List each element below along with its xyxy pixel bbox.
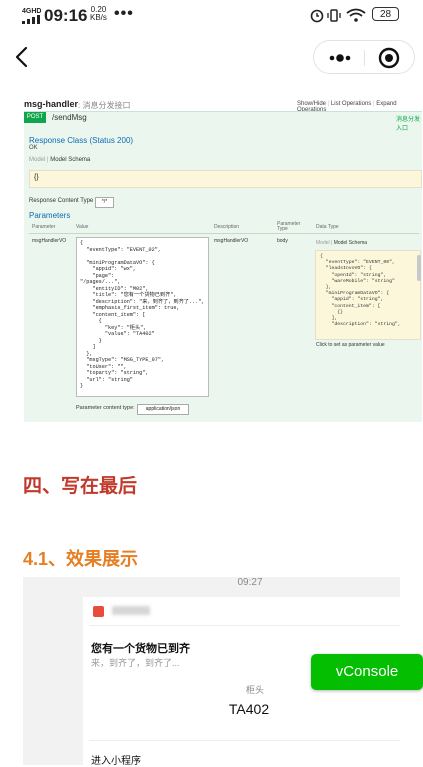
schema-box[interactable]: { "eventType": "EVENT_00", "leadsInvoVO"… bbox=[315, 250, 421, 340]
back-arrow-icon[interactable] bbox=[12, 44, 32, 70]
speed-unit: KB/s bbox=[90, 13, 107, 22]
model-tab[interactable]: Model bbox=[29, 157, 45, 163]
col-data-type: Data Type bbox=[316, 224, 339, 230]
method-badge: POST bbox=[24, 112, 46, 123]
param-content-type-label: Parameter content type: bbox=[76, 405, 135, 411]
col-parameter-type: Parameter Type bbox=[277, 221, 301, 232]
param-value-text: { "eventType": "EVENT_02", "miniProgramD… bbox=[80, 240, 205, 389]
subsection-heading: 4.1、效果展示 bbox=[23, 549, 139, 569]
preview-time: 09:27 bbox=[237, 577, 263, 588]
network-speed: 0.20 KB/s bbox=[90, 6, 107, 22]
schema-model-schema-tab[interactable]: Model Schema bbox=[334, 240, 367, 246]
card-title: 您有一个货物已到齐 bbox=[91, 643, 190, 655]
vconsole-button[interactable]: vConsole bbox=[311, 654, 423, 690]
parameters-title: Parameters bbox=[29, 211, 71, 220]
param-value-textarea[interactable]: { "eventType": "EVENT_02", "miniProgramD… bbox=[76, 237, 209, 397]
param-description: msgHandlerVO bbox=[214, 238, 249, 244]
close-target-icon[interactable] bbox=[378, 47, 400, 69]
network-type: 4GHD bbox=[22, 8, 42, 15]
capsule-divider bbox=[364, 50, 365, 66]
card-divider bbox=[89, 625, 400, 626]
param-content-type-select[interactable]: application/json bbox=[137, 404, 189, 415]
param-name: msgHandlerVO bbox=[32, 238, 67, 244]
more-dots-icon[interactable] bbox=[328, 53, 352, 63]
table-divider bbox=[29, 233, 419, 234]
section-heading: 四、写在最后 bbox=[23, 476, 138, 497]
status-time: 09:16 bbox=[44, 6, 88, 25]
response-content-type-select[interactable]: */* bbox=[95, 197, 114, 208]
card-divider-2 bbox=[89, 740, 400, 741]
card-value: TA402 bbox=[228, 701, 270, 717]
api-subtitle: : 消息分发接口 bbox=[78, 101, 131, 110]
list-operations-link[interactable]: List Operations bbox=[331, 101, 371, 107]
vibrate-icon bbox=[327, 9, 341, 22]
alarm-icon bbox=[310, 9, 324, 23]
card-description: 来，到齐了，到齐了... bbox=[91, 658, 180, 668]
response-class-title: Response Class (Status 200) bbox=[29, 136, 134, 145]
status-more: ••• bbox=[114, 5, 134, 22]
response-ok: OK bbox=[29, 145, 38, 151]
schema-scrollbar[interactable] bbox=[417, 255, 421, 281]
schema-model-tab[interactable]: Model bbox=[316, 240, 330, 246]
operation-path[interactable]: /sendMsg bbox=[52, 113, 87, 122]
col-description: Description bbox=[214, 224, 240, 230]
response-model-box: {} bbox=[29, 170, 422, 188]
click-to-set-hint: Click to set as parameter value bbox=[316, 342, 385, 348]
col-parameter: Parameter bbox=[32, 224, 56, 230]
schema-text: { "eventType": "EVENT_00", "leadsInvoVO"… bbox=[320, 254, 401, 328]
operation-note: 消息分发入口 bbox=[396, 117, 421, 132]
app-logo-icon bbox=[93, 606, 104, 617]
blurred-app-name bbox=[112, 606, 150, 615]
schema-tabs: Model | Model Schema bbox=[316, 240, 368, 246]
api-title: msg-handler bbox=[24, 99, 79, 109]
model-schema-tab[interactable]: Model Schema bbox=[50, 157, 90, 163]
miniprogram-capsule bbox=[313, 40, 415, 74]
response-content-type-label: Response Content Type bbox=[29, 198, 94, 204]
model-tabs: Model | Model Schema bbox=[29, 157, 91, 163]
signal-icon bbox=[22, 15, 40, 24]
col-value: Value bbox=[76, 224, 89, 230]
battery-indicator: 28 bbox=[372, 7, 399, 21]
wifi-icon bbox=[346, 8, 366, 22]
param-type: body bbox=[277, 238, 288, 244]
status-icons bbox=[310, 8, 366, 23]
